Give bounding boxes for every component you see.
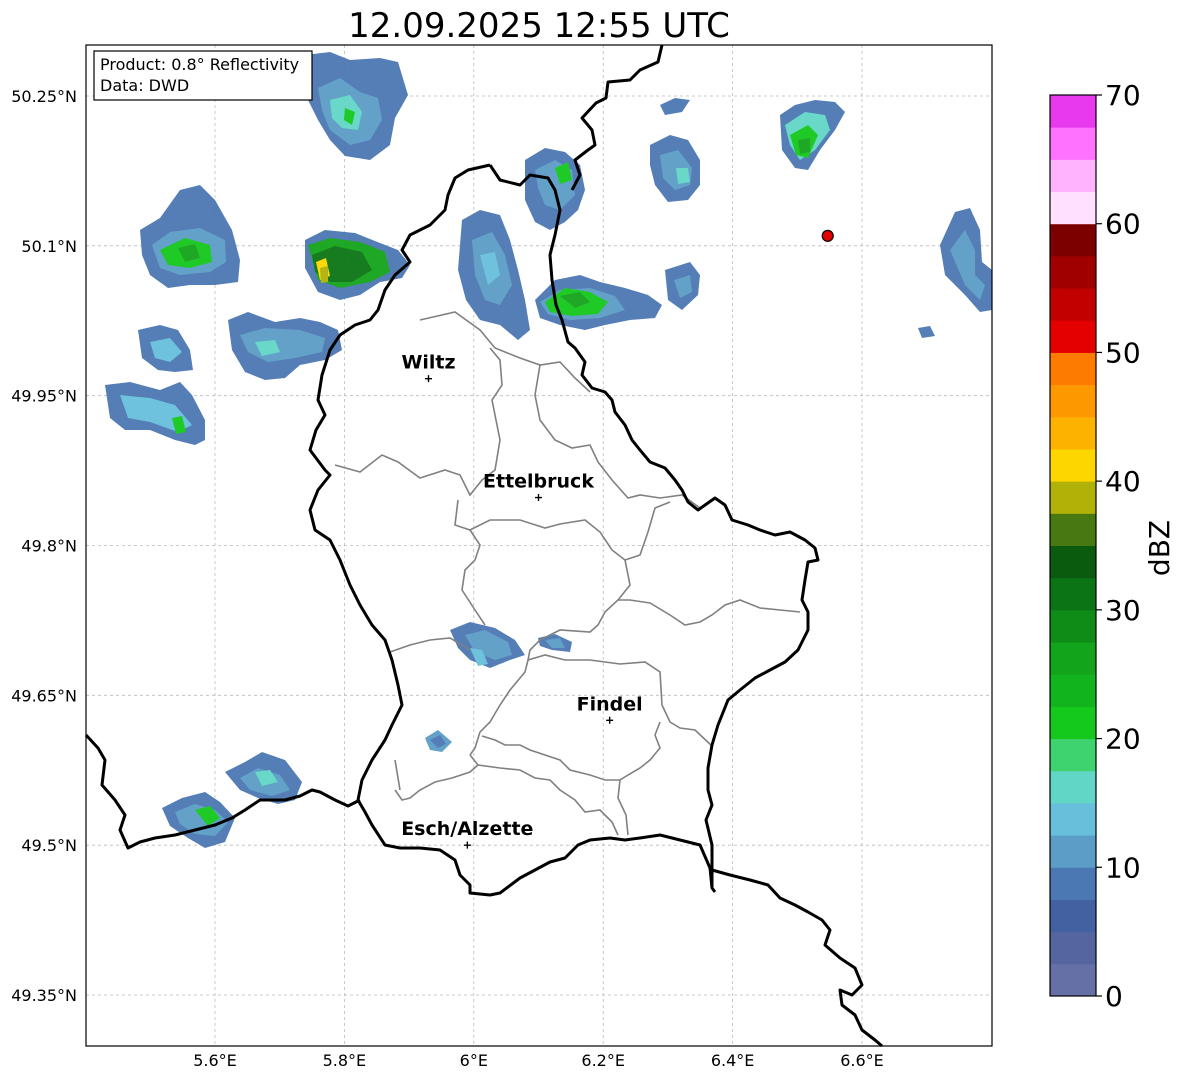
colorbar-segment [1050,384,1096,418]
colorbar-tick-label: 50 [1105,336,1141,369]
colorbar-segment [1050,963,1096,997]
colorbar-segment [1050,191,1096,225]
colorbar-segments [1050,95,1096,997]
lon-tick-label: 6.4°E [711,1051,755,1070]
colorbar-tick-label: 10 [1105,851,1141,884]
colorbar-segment [1050,513,1096,546]
colorbar: 0 10 20 30 40 50 60 70 dBZ [1049,79,1176,1013]
colorbar-segment [1050,642,1096,675]
info-product: Product: 0.8° Reflectivity [100,55,299,74]
lon-tick-label: 6.6°E [840,1051,884,1070]
city-label: Wiltz [401,352,455,374]
colorbar-label: dBZ [1143,520,1176,576]
colorbar-segment [1050,159,1096,193]
colorbar-ticks: 0 10 20 30 40 50 60 70 [1096,79,1141,1013]
colorbar-segment [1050,545,1096,579]
lat-tick-label: 50.1°N [21,237,77,256]
lon-tick-label: 6°E [460,1051,488,1070]
lon-tick-label: 6.2°E [581,1051,625,1070]
colorbar-segment [1050,352,1096,386]
colorbar-segment [1050,255,1096,289]
colorbar-tick-label: 20 [1105,723,1141,756]
radar-site-marker [821,229,834,242]
colorbar-segment [1050,95,1096,128]
lat-tick-label: 49.65°N [11,686,77,705]
longitude-ticks: 5.6°E 5.8°E 6°E 6.2°E 6.4°E 6.6°E [193,1051,884,1070]
colorbar-segment [1050,738,1096,772]
info-source: Data: DWD [100,76,189,95]
colorbar-tick-label: 40 [1105,465,1141,498]
city-label: Findel [577,693,643,715]
city-label: Ettelbruck [483,471,594,493]
lon-tick-label: 5.6°E [193,1051,237,1070]
colorbar-tick-label: 70 [1105,79,1141,112]
colorbar-segment [1050,481,1096,514]
colorbar-tick-label: 60 [1105,208,1141,241]
colorbar-segment [1050,416,1096,450]
lat-tick-label: 49.35°N [11,986,77,1005]
colorbar-segment [1050,127,1096,160]
colorbar-segment [1050,706,1096,740]
colorbar-tick-label: 0 [1105,980,1123,1013]
colorbar-segment [1050,577,1096,611]
colorbar-segment [1050,770,1096,804]
lat-tick-label: 50.25°N [11,87,77,106]
colorbar-segment [1050,288,1096,321]
map-area: Wiltz Ettelbruck Findel Esch/Alzette Produc… [84,44,993,1048]
colorbar-tick-label: 30 [1105,594,1141,627]
colorbar-segment [1050,899,1096,933]
lat-tick-label: 49.95°N [11,387,77,406]
lon-tick-label: 5.8°E [323,1051,367,1070]
lat-tick-label: 49.5°N [21,836,77,855]
colorbar-segment [1050,320,1096,353]
colorbar-segment [1050,609,1096,643]
city-label: Esch/Alzette [401,818,533,840]
colorbar-segment [1050,223,1096,257]
colorbar-segment [1050,867,1096,900]
radar-map-figure: 12.09.2025 12:55 UTC WiltzEttelbruckFind… [11,6,1176,1070]
colorbar-segment [1050,931,1096,965]
colorbar-segment [1050,802,1096,836]
colorbar-segment [1050,835,1096,868]
lat-tick-label: 49.8°N [21,537,77,556]
map-title: 12.09.2025 12:55 UTC [348,6,730,46]
colorbar-segment [1050,448,1096,482]
colorbar-segment [1050,674,1096,707]
latitude-ticks: 50.25°N 50.1°N 49.95°N 49.8°N 49.65°N 49.5°N 4… [11,87,77,1005]
info-box: Product: 0.8° Reflectivity Data: DWD [93,50,313,101]
